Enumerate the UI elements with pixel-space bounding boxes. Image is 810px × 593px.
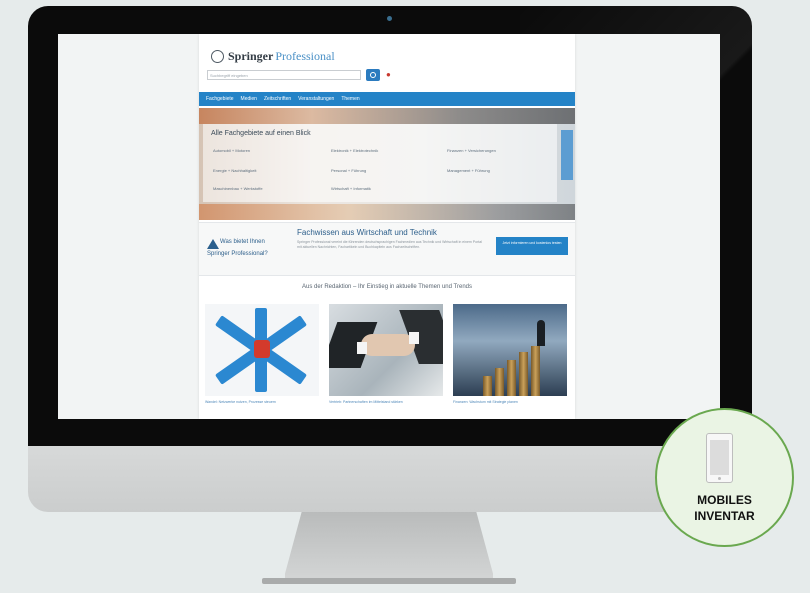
nav-item[interactable]: Themen [341,96,359,102]
hero-banner: Alle Fachgebiete auf einen Blick Automob… [199,108,575,220]
hero-link[interactable]: Management + Führung [447,168,490,173]
hero-image-bottom [199,204,575,220]
hero-link[interactable]: Maschinenbau + Werkstoffe [213,186,263,191]
badge-line1: MOBILES [697,493,752,507]
badge-line2: INVENTAR [694,509,755,523]
warning-triangle-icon [207,239,219,249]
promo-box: Was bietet Ihnen Springer Professional? … [199,222,575,276]
nav-item[interactable]: Veranstaltungen [298,96,334,102]
search-button[interactable] [366,69,380,81]
editorial-heading: Aus der Redaktion – Ihr Einstieg in aktu… [302,284,472,290]
mobile-inventory-badge: MOBILES INVENTAR [655,408,794,547]
cuff-graphic [357,342,367,354]
nav-item[interactable]: Medien [241,96,257,102]
center-figure [254,340,270,358]
editorial-image-handshake[interactable] [329,304,443,396]
phone-home-button [718,477,721,480]
webcam-icon [387,16,392,21]
search-input[interactable]: Suchbegriff eingeben [207,70,361,80]
badge-label: MOBILES INVENTAR [657,492,792,524]
coin-stack [483,376,492,396]
hero-link[interactable]: Automobil + Motoren [213,148,250,153]
hero-link[interactable]: Wirtschaft + Informatik [331,186,371,191]
hero-link[interactable]: Energie + Nachhaltigkeit [213,168,256,173]
editorial-caption[interactable]: Finanzen: Wachstum mit Strategie planen [453,400,567,405]
editorial-caption[interactable]: Wandel: Netzwerke nutzen, Prozesse steue… [205,400,319,405]
site-logo[interactable]: Springer Professional [211,46,335,66]
coin-stack [531,346,540,396]
promo-question: Springer Professional? [207,251,268,257]
smartphone-icon [706,433,733,483]
editorial-image-network[interactable] [205,304,319,396]
hero-link[interactable]: Personal + Führung [331,168,366,173]
editorial-caption[interactable]: Vertrieb: Partnerschaften im Mittelstand… [329,400,443,405]
monitor-stand-base [262,578,516,584]
website-page: Springer Professional Suchbegriff eingeb… [199,34,575,419]
hero-link[interactable]: Finanzen + Versicherungen [447,148,496,153]
cuff-graphic [409,332,419,344]
promo-title: Fachwissen aus Wirtschaft und Technik [297,228,437,237]
coin-stack [507,360,516,396]
logo-sub: Professional [275,48,335,63]
promo-cta-button[interactable]: Jetzt informieren und kostenlos testen [496,237,568,255]
businessman-graphic [537,320,545,346]
user-icon[interactable]: ● [386,71,393,79]
monitor-chin [28,446,752,512]
logo-brand: Springer [228,48,274,63]
coin-stack [495,368,504,396]
nav-item[interactable]: Fachgebiete [206,96,234,102]
nav-item[interactable]: Zeitschriften [264,96,291,102]
monitor-screen: Springer Professional Suchbegriff eingeb… [58,34,720,419]
hero-title: Alle Fachgebiete auf einen Blick [211,130,311,137]
editorial-image-coins[interactable] [453,304,567,396]
hero-image-top [199,108,575,124]
phone-screen [710,440,729,475]
main-nav: Fachgebiete Medien Zeitschriften Veranst… [199,92,575,106]
coin-stack [519,352,528,396]
hero-link[interactable]: Elektronik + Elektrotechnik [331,148,378,153]
handshake-graphic [361,334,415,356]
editorial-section: Aus der Redaktion – Ihr Einstieg in aktu… [199,280,575,419]
promo-body: Springer Professional vereint die führen… [297,240,482,249]
springer-logo-icon [211,49,224,63]
monitor-stand [285,512,493,582]
promo-question: Was bietet Ihnen [220,239,265,245]
hero-side-tab[interactable] [561,130,573,180]
